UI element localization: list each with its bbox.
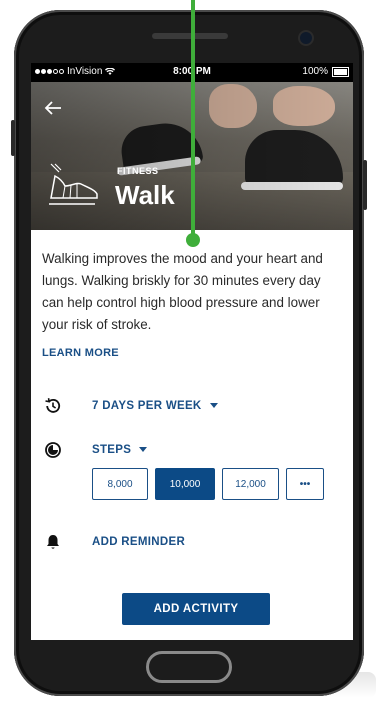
frequency-label: 7 DAYS PER WEEK <box>92 400 202 412</box>
goal-type-dropdown[interactable]: STEPS <box>92 444 148 456</box>
volume-button <box>11 120 15 156</box>
goal-row: STEPS <box>31 441 353 461</box>
battery-icon <box>332 66 349 77</box>
more-options-button[interactable]: ••• <box>286 468 324 500</box>
chevron-down-icon <box>209 403 218 409</box>
annotation-line <box>191 0 195 236</box>
battery-group: 100% <box>302 66 349 77</box>
step-option-12000[interactable]: 12,000 <box>222 468 279 500</box>
page-title: Walk <box>115 180 175 210</box>
step-option-10000[interactable]: 10,000 <box>155 468 215 500</box>
power-button <box>363 160 367 210</box>
step-goal-options: 8,000 10,000 12,000 ••• <box>92 468 324 500</box>
step-option-8000[interactable]: 8,000 <box>92 468 148 500</box>
history-icon <box>45 398 61 413</box>
add-activity-button[interactable]: ADD ACTIVITY <box>122 593 270 625</box>
bell-icon <box>47 535 59 549</box>
stage: InVision 8:00 PM 100% FITNESS Walk Walki… <box>0 0 376 703</box>
goal-type-label: STEPS <box>92 444 132 456</box>
front-camera <box>298 30 314 46</box>
progress-icon <box>45 442 61 458</box>
back-arrow-icon[interactable] <box>43 100 63 116</box>
walking-shoe-icon <box>49 163 98 205</box>
frequency-row: 7 DAYS PER WEEK <box>31 397 353 417</box>
annotation-pin <box>186 233 200 247</box>
battery-percent: 100% <box>302 66 328 77</box>
reminder-row: ADD REMINDER <box>31 533 353 553</box>
frequency-dropdown[interactable]: 7 DAYS PER WEEK <box>92 400 218 412</box>
add-reminder-button[interactable]: ADD REMINDER <box>92 536 185 548</box>
learn-more-link[interactable]: LEARN MORE <box>42 347 119 359</box>
speaker-grille <box>152 33 228 39</box>
chevron-down-icon <box>139 447 148 453</box>
activity-description: Walking improves the mood and your heart… <box>42 251 323 332</box>
category-label: FITNESS <box>117 166 159 176</box>
home-button[interactable] <box>146 651 232 683</box>
